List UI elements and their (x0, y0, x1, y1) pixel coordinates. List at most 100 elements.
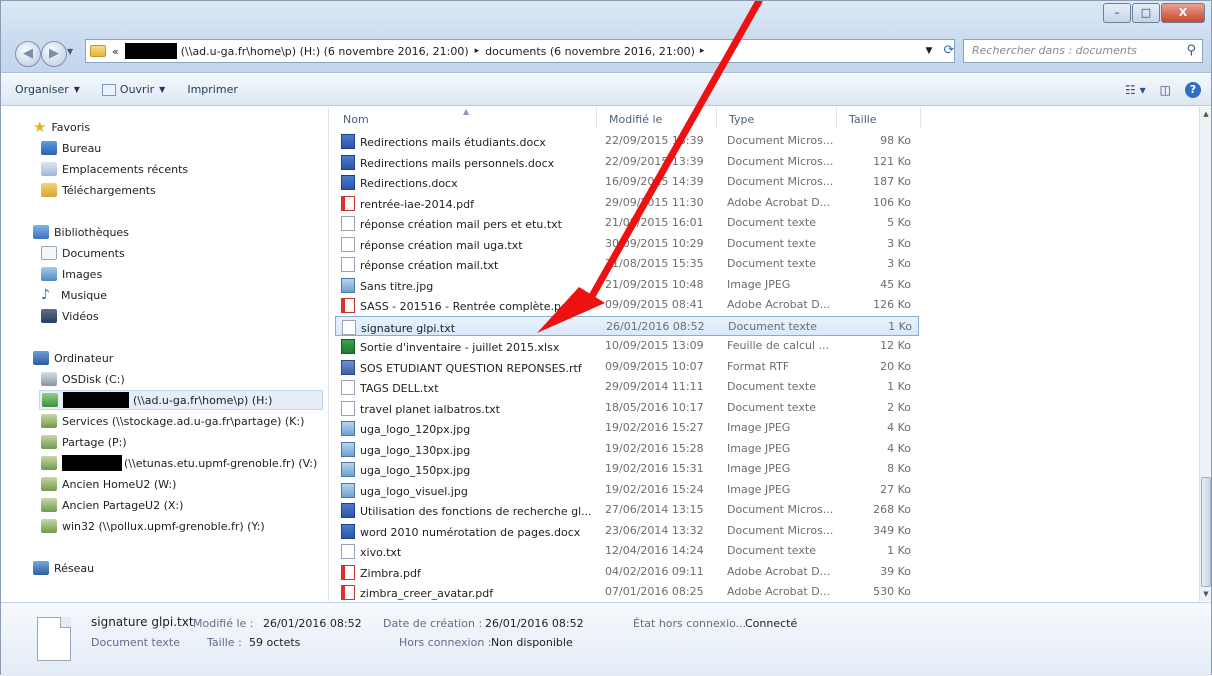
nav-reseau[interactable]: Réseau (33, 558, 94, 578)
file-row[interactable]: réponse création mail uga.txt 30/09/2015 … (335, 234, 919, 254)
open-with-icon (101, 83, 116, 96)
file-type: Image JPEG (727, 462, 791, 475)
nav-ancien-partage[interactable]: Ancien PartageU2 (X:) (41, 495, 183, 515)
column-header-date[interactable]: Modifié le (597, 107, 717, 129)
file-row[interactable]: word 2010 numérotation de pages.docx 23/0… (335, 521, 919, 541)
network-drive-icon (41, 519, 57, 533)
column-header-size[interactable]: Taille (837, 107, 921, 129)
nav-ordinateur[interactable]: Ordinateur (33, 348, 113, 368)
file-row[interactable]: Redirections mails personnels.docx 22/09/… (335, 152, 919, 172)
vertical-scrollbar[interactable]: ▲ ▼ (1199, 107, 1211, 601)
nav-label: Vidéos (62, 309, 99, 323)
nav-images[interactable]: Images (41, 264, 102, 284)
recent-pages-dropdown[interactable]: ▼ (67, 47, 73, 56)
nav-videos[interactable]: Vidéos (41, 306, 99, 326)
network-icon (33, 561, 49, 575)
file-row[interactable]: réponse création mail.txt 21/08/2015 15:3… (335, 254, 919, 274)
file-row[interactable]: TAGS DELL.txt 29/09/2014 11:11 Document te… (335, 377, 919, 397)
minimize-button[interactable]: – (1103, 3, 1131, 23)
file-date: 16/09/2015 14:39 (605, 175, 704, 188)
file-name: SASS - 201516 - Rentrée complète.pdf (341, 298, 601, 313)
back-button[interactable]: ◀ (15, 41, 41, 67)
column-header-name[interactable]: Nom ▲ (331, 107, 597, 129)
file-type: Image JPEG (727, 421, 791, 434)
file-row[interactable]: Redirections mails étudiants.docx 22/09/2… (335, 131, 919, 151)
ouvrir-button[interactable]: Ouvrir ▼ (101, 83, 165, 96)
nav-documents[interactable]: Documents (41, 243, 125, 263)
nav-bureau[interactable]: Bureau (41, 138, 101, 158)
file-row[interactable]: xivo.txt 12/04/2016 14:24 Document texte 1 … (335, 541, 919, 561)
nav-emplacements-recents[interactable]: Emplacements récents (41, 159, 188, 179)
file-date: 30/09/2015 10:29 (605, 236, 704, 250)
nav-telechargements[interactable]: Téléchargements (41, 180, 156, 200)
file-date: 07/01/2016 08:25 (605, 585, 704, 598)
file-name-text: xivo.txt (360, 546, 402, 559)
nav-partage[interactable]: Partage (P:) (41, 432, 127, 452)
address-dropdown-button[interactable]: ▼ (919, 39, 939, 63)
nav-win32[interactable]: win32 (\\pollux.upmf-grenoble.fr) (Y:) (41, 516, 265, 536)
file-name-text: Utilisation des fonctions de recherche g… (360, 505, 592, 518)
imprimer-button[interactable]: Imprimer (187, 83, 238, 96)
text-file-icon (37, 617, 71, 661)
nav-bibliotheques[interactable]: Bibliothèques (33, 222, 129, 242)
drive-icon (41, 372, 57, 386)
view-options-icon[interactable]: ☷ ▾ (1125, 83, 1146, 97)
nav-musique[interactable]: ♪ Musique (41, 285, 107, 305)
close-button[interactable]: X (1161, 3, 1205, 23)
nav-services[interactable]: Services (\\stockage.ad.u-ga.fr\partage)… (41, 411, 304, 431)
file-row[interactable]: signature glpi.txt 26/01/2016 08:52 Docume… (335, 315, 919, 336)
address-prefix[interactable]: « (112, 45, 119, 58)
address-separator[interactable]: ▸ (700, 46, 705, 56)
file-row[interactable]: uga_logo_120px.jpg 19/02/2016 15:27 Image … (335, 418, 919, 438)
maximize-button[interactable]: □ (1132, 3, 1160, 23)
organiser-button[interactable]: Organiser ▼ (15, 83, 80, 96)
title-bar: – □ X ◀ ▶ ▼ « (\\ad.u-ga.fr\home\p) (H:)… (1, 1, 1211, 73)
column-label: Nom (343, 113, 369, 126)
nav-etunas[interactable]: (\\etunas.etu.upmf-grenoble.fr) (V:) (41, 453, 317, 473)
nav-favoris[interactable]: ★ Favoris (33, 117, 90, 137)
file-type: Adobe Acrobat D... (727, 564, 831, 578)
file-row[interactable]: Utilisation des fonctions de recherche g… (335, 500, 919, 520)
details-pane: signature glpi.txt Modifié le : 26/01/20… (1, 602, 1211, 676)
sort-ascending-icon: ▲ (463, 107, 470, 116)
preview-pane-icon[interactable]: ◫ (1160, 83, 1171, 97)
details-offline-value: Non disponible (491, 636, 573, 649)
file-row[interactable]: rentrée-iae-2014.pdf 29/09/2015 11:30 Adob… (335, 193, 919, 213)
address-segment-home[interactable]: (\\ad.u-ga.fr\home\p) (H:) (6 novembre 2… (181, 45, 469, 58)
scrollbar-thumb[interactable] (1201, 477, 1211, 587)
images-icon (41, 267, 57, 281)
file-name-text: uga_logo_130px.jpg (360, 443, 471, 457)
refresh-button[interactable]: ⟳ (939, 39, 959, 63)
file-row[interactable]: SASS - 201516 - Rentrée complète.pdf 09/0… (335, 295, 919, 315)
forward-button[interactable]: ▶ (41, 41, 67, 67)
file-row[interactable]: uga_logo_130px.jpg 19/02/2016 15:28 Image … (335, 439, 919, 459)
file-row[interactable]: SOS ETUDIANT QUESTION REPONSES.rtf 09/09/… (335, 357, 919, 377)
redacted-block (63, 392, 129, 408)
file-name: uga_logo_150px.jpg (341, 462, 601, 477)
search-icon[interactable]: ⚲ (1186, 43, 1196, 58)
search-input[interactable]: Rechercher dans : documents ⚲ (963, 39, 1203, 63)
file-row[interactable]: zimbra_creer_avatar.pdf 07/01/2016 08:25 A… (335, 582, 919, 601)
file-type: Document texte (727, 544, 816, 557)
file-row[interactable]: Redirections.docx 16/09/2015 14:39 Documen… (335, 172, 919, 192)
scroll-down-icon[interactable]: ▼ (1200, 587, 1212, 601)
nav-home-drive[interactable]: (\\ad.u-ga.fr\home\p) (H:) (39, 390, 323, 410)
file-list: Nom ▲ Modifié le Type Taille Redirection… (331, 107, 1199, 601)
help-icon[interactable]: ? (1185, 82, 1201, 98)
column-header-type[interactable]: Type (717, 107, 837, 129)
address-bar[interactable]: « (\\ad.u-ga.fr\home\p) (H:) (6 novembre… (85, 39, 955, 63)
file-row[interactable]: uga_logo_150px.jpg 19/02/2016 15:31 Image … (335, 459, 919, 479)
address-segment-documents[interactable]: documents (6 novembre 2016, 21:00) (485, 45, 695, 58)
nav-ancien-home[interactable]: Ancien HomeU2 (W:) (41, 474, 176, 494)
file-date: 27/06/2014 13:15 (605, 503, 704, 516)
file-row[interactable]: Sans titre.jpg 21/09/2015 10:48 Image JPEG… (335, 275, 919, 295)
file-row[interactable]: Sortie d'inventaire - juillet 2015.xlsx 1… (335, 336, 919, 356)
scroll-up-icon[interactable]: ▲ (1200, 107, 1212, 121)
file-row[interactable]: Zimbra.pdf 04/02/2016 09:11 Adobe Acrobat … (335, 562, 919, 582)
file-row[interactable]: uga_logo_visuel.jpg 19/02/2016 15:24 Image… (335, 480, 919, 500)
file-row[interactable]: travel planet ialbatros.txt 18/05/2016 10… (335, 398, 919, 418)
pdf-file-icon (341, 298, 355, 313)
address-separator[interactable]: ▸ (475, 46, 480, 56)
file-row[interactable]: réponse création mail pers et etu.txt 21/… (335, 213, 919, 233)
nav-osdisk[interactable]: OSDisk (C:) (41, 369, 125, 389)
